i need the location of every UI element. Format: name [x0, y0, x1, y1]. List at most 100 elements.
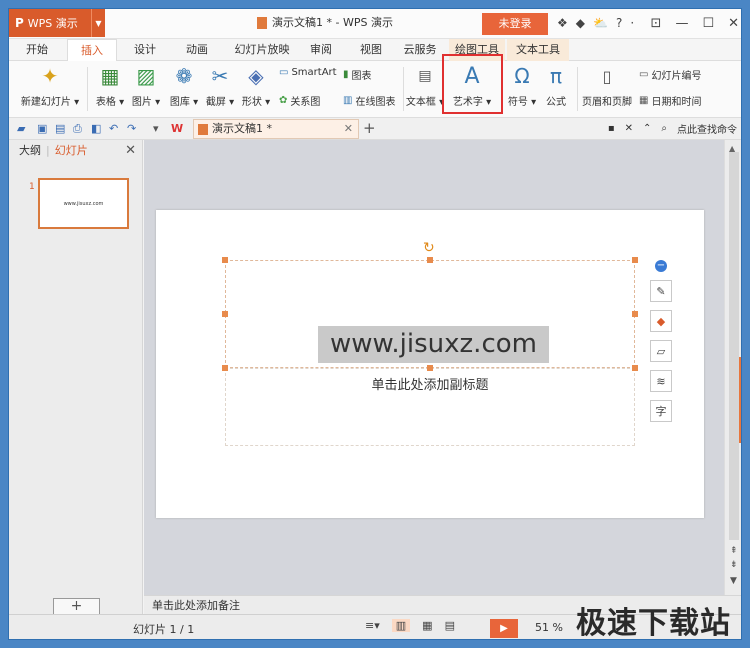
- document-tab[interactable]: 演示文稿1 * ✕: [193, 119, 359, 139]
- maximize-icon[interactable]: ☐: [702, 16, 714, 31]
- command-search[interactable]: 点此查找命令: [677, 121, 737, 136]
- layers-icon[interactable]: ≋: [650, 370, 672, 392]
- more-icon[interactable]: ·: [630, 16, 634, 30]
- fill-icon[interactable]: ◆: [650, 310, 672, 332]
- play-slideshow-button[interactable]: ▶: [490, 619, 518, 638]
- slide-canvas: ↻ www.jisuxz.com 单击此处添加副标题 − ✎ ◆ ▱ ≋ 字: [144, 140, 724, 595]
- chevron-down-icon[interactable]: ▼: [91, 9, 105, 37]
- floating-toolbar: − ✎ ◆ ▱ ≋ 字: [649, 260, 673, 422]
- resize-handle[interactable]: [222, 311, 228, 317]
- shapes-button[interactable]: ◈ 形状 ▾: [241, 63, 271, 108]
- slide-subtitle[interactable]: 单击此处添加副标题: [225, 374, 635, 393]
- slide-number-button[interactable]: ▭ 幻灯片编号: [639, 67, 701, 82]
- new-slide-button[interactable]: ✦ 新建幻灯片 ▾: [19, 63, 81, 108]
- next-slide-icon[interactable]: ⇟: [730, 560, 738, 570]
- cloud-icon[interactable]: ⛅: [593, 16, 608, 30]
- slide-number: 1: [29, 182, 35, 192]
- gallery-button[interactable]: ❁ 图库 ▾: [169, 63, 199, 108]
- save-icon[interactable]: ▣: [37, 122, 47, 135]
- skin-icon[interactable]: ❖: [557, 16, 568, 30]
- search-icon[interactable]: ⌕: [661, 123, 667, 134]
- feedback-icon[interactable]: ◆: [576, 16, 585, 30]
- zoom-level[interactable]: 51 %: [535, 621, 563, 634]
- tab-text-tools[interactable]: 文本工具: [507, 39, 569, 61]
- add-slide-button[interactable]: +: [53, 598, 100, 615]
- picture-button[interactable]: ▨ 图片 ▾: [131, 63, 161, 108]
- shapes-label: 形状: [241, 97, 262, 108]
- help-icon[interactable]: ?: [616, 16, 622, 30]
- ribbon: ✦ 新建幻灯片 ▾ ▦ 表格 ▾ ▨ 图片 ▾ ❁ 图库 ▾ ✂ 截屏 ▾ ◈ …: [9, 61, 741, 118]
- close-icon[interactable]: ✕: [728, 16, 739, 31]
- scroll-down-icon[interactable]: ▼: [730, 576, 737, 586]
- tab-animation[interactable]: 动画: [177, 39, 217, 61]
- rotate-icon[interactable]: ↻: [423, 240, 435, 256]
- tab-design[interactable]: 设计: [125, 39, 165, 61]
- symbol-button[interactable]: Ω 符号 ▾: [507, 63, 537, 108]
- close-tab-icon[interactable]: ✕: [344, 120, 353, 138]
- tab-cloud[interactable]: 云服务: [397, 39, 443, 61]
- screenshot-button[interactable]: ✂ 截屏 ▾: [205, 63, 235, 108]
- tab-outline[interactable]: 大纲: [19, 144, 41, 157]
- tab-review[interactable]: 审阅: [301, 39, 341, 61]
- date-time-button[interactable]: ▦ 日期和时间: [639, 93, 701, 108]
- resize-handle[interactable]: [632, 311, 638, 317]
- reading-view-icon[interactable]: ▤: [445, 619, 455, 632]
- view-switcher: ≡▾ ▥ ▦ ▤: [365, 619, 455, 632]
- textbox-button[interactable]: ▤ 文本框 ▾: [406, 63, 444, 108]
- collapse-icon[interactable]: −: [655, 260, 667, 272]
- login-button[interactable]: 未登录: [482, 13, 548, 35]
- online-chart-button[interactable]: ▥ 在线图表: [343, 93, 395, 108]
- resize-handle[interactable]: [427, 257, 433, 263]
- resize-handle[interactable]: [427, 365, 433, 371]
- resize-handle[interactable]: [222, 257, 228, 263]
- tab-slideshow[interactable]: 幻灯片放映: [227, 39, 297, 61]
- tab-start[interactable]: 开始: [15, 39, 59, 61]
- table-button[interactable]: ▦ 表格 ▾: [95, 63, 125, 108]
- formula-button[interactable]: π 公式: [541, 63, 571, 108]
- slide[interactable]: ↻ www.jisuxz.com 单击此处添加副标题 − ✎ ◆ ▱ ≋ 字: [156, 210, 704, 518]
- tools-icon[interactable]: ✕: [625, 123, 633, 134]
- open-folder-icon[interactable]: ▰: [17, 122, 25, 135]
- edit-shape-icon[interactable]: ✎: [650, 280, 672, 302]
- wps-w-icon[interactable]: W: [171, 122, 183, 135]
- sorter-view-icon[interactable]: ▦: [422, 619, 432, 632]
- resize-handle[interactable]: [632, 257, 638, 263]
- export-pdf-icon[interactable]: ▤: [55, 122, 65, 135]
- tab-view[interactable]: 视图: [351, 39, 391, 61]
- slide-thumbnail[interactable]: www.jisuxz.com: [38, 178, 129, 229]
- window-title-text: 演示文稿1 * - WPS 演示: [272, 16, 393, 29]
- slide-title[interactable]: www.jisuxz.com: [318, 326, 549, 363]
- divider: [87, 67, 88, 111]
- undo-icon[interactable]: ↶: [109, 122, 118, 135]
- side-panel-toggle[interactable]: [739, 357, 741, 443]
- scroll-thumb[interactable]: [729, 152, 739, 540]
- print-icon[interactable]: ⎙: [73, 122, 82, 136]
- app-menu-button[interactable]: P WPS 演示 ▼: [9, 9, 105, 37]
- relation-button[interactable]: ✿ 关系图: [279, 93, 320, 108]
- prev-slide-icon[interactable]: ⇞: [730, 546, 738, 556]
- resize-handle[interactable]: [222, 365, 228, 371]
- title-bar: P WPS 演示 ▼ 演示文稿1 * - WPS 演示 未登录 ❖ ◆ ⛅ ? …: [9, 9, 741, 39]
- notes-view-icon[interactable]: ≡▾: [365, 619, 380, 632]
- normal-view-icon[interactable]: ▥: [391, 619, 411, 632]
- close-panel-icon[interactable]: ✕: [125, 140, 136, 162]
- print-preview-icon[interactable]: ◧: [91, 122, 101, 135]
- redo-icon[interactable]: ↷: [127, 122, 136, 135]
- comment-icon[interactable]: ▪: [608, 123, 615, 134]
- screenshot-label: 截屏: [205, 97, 226, 108]
- chevron-down-icon[interactable]: ▾: [153, 122, 159, 135]
- expand-icon[interactable]: ⌃: [643, 123, 651, 134]
- smartart-icon: ▭: [279, 67, 289, 78]
- outline-icon[interactable]: ▱: [650, 340, 672, 362]
- header-footer-button[interactable]: ▯ 页眉和页脚: [581, 63, 633, 109]
- relation-label: 关系图: [290, 97, 321, 108]
- smartart-button[interactable]: ▭ SmartArt: [279, 67, 337, 78]
- restore-toolbar-icon[interactable]: ⊡: [651, 16, 662, 31]
- tab-insert[interactable]: 插入: [67, 39, 117, 62]
- resize-handle[interactable]: [632, 365, 638, 371]
- tab-slides[interactable]: 幻灯片: [55, 144, 88, 157]
- text-style-icon[interactable]: 字: [650, 400, 672, 422]
- minimize-icon[interactable]: —: [675, 16, 688, 31]
- chart-button[interactable]: ▮ 图表: [343, 67, 372, 82]
- new-tab-icon[interactable]: +: [363, 119, 376, 137]
